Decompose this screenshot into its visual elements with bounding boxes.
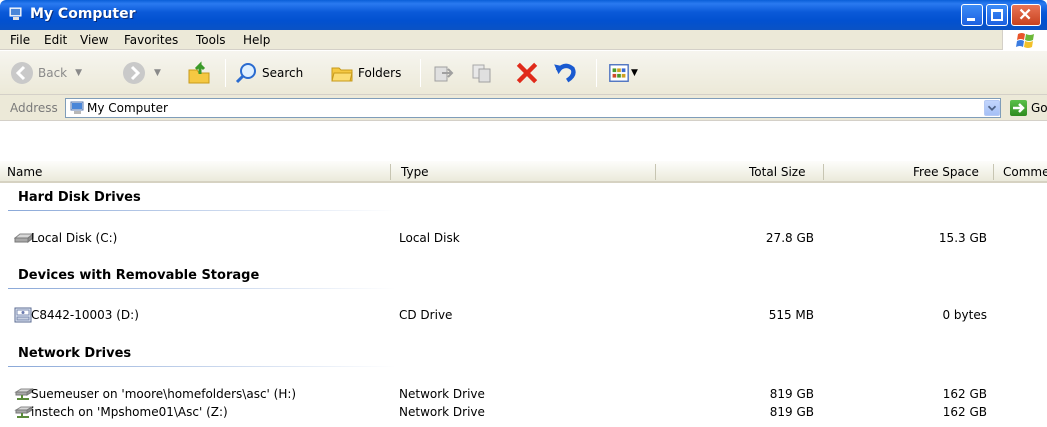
copy-to-icon — [472, 64, 491, 83]
standard-toolbar: Back ▼ ▼ Search Folders ▼ — [0, 51, 1047, 95]
move-to-button[interactable] — [432, 59, 456, 87]
group-header-network-drives: Network Drives — [18, 346, 132, 361]
address-value: My Computer — [87, 101, 168, 115]
close-button[interactable] — [1011, 4, 1041, 26]
drive-name: C8442-10003 (D:) — [31, 308, 139, 322]
address-input[interactable]: My Computer — [65, 98, 1001, 118]
drive-free-space: 15.3 GB — [938, 231, 987, 245]
drive-name: instech on 'Mpshome01\Asc' (Z:) — [31, 405, 228, 419]
up-folder-icon — [188, 61, 210, 84]
minimize-button[interactable] — [961, 4, 983, 26]
drive-row-local-disk-c[interactable]: Local Disk (C:) Local Disk 27.8 GB 15.3 … — [0, 229, 1047, 247]
menu-help[interactable]: Help — [243, 33, 270, 47]
title-bar[interactable]: My Computer — [0, 0, 1047, 30]
drive-row-cd-drive-d[interactable]: C8442-10003 (D:) CD Drive 515 MB 0 bytes — [0, 306, 1047, 324]
column-total-size[interactable]: Total Size — [749, 165, 805, 179]
folders-button[interactable]: Folders — [330, 59, 401, 87]
maximize-button[interactable] — [986, 4, 1008, 26]
search-icon — [235, 63, 256, 84]
group-divider — [8, 288, 396, 289]
drive-row-network-z[interactable]: instech on 'Mpshome01\Asc' (Z:) Network … — [0, 403, 1047, 421]
drive-total-size: 27.8 GB — [765, 231, 814, 245]
group-divider — [8, 210, 396, 211]
drive-free-space: 0 bytes — [942, 308, 987, 322]
drive-row-network-h[interactable]: Suemeuser on 'moore\homefolders\asc' (H:… — [0, 385, 1047, 403]
my-computer-icon — [9, 7, 22, 20]
undo-button[interactable] — [552, 59, 578, 87]
my-computer-icon — [70, 101, 84, 114]
address-bar: Address My Computer Go — [0, 95, 1047, 121]
back-button[interactable]: Back ▼ — [10, 59, 82, 87]
views-icon — [609, 64, 629, 82]
group-header-removable-storage: Devices with Removable Storage — [18, 268, 260, 283]
drive-name: Local Disk (C:) — [31, 231, 118, 245]
menu-tools[interactable]: Tools — [196, 33, 226, 47]
menu-bar: File Edit View Favorites Tools Help — [0, 30, 1047, 50]
forward-dropdown-icon[interactable]: ▼ — [154, 68, 161, 78]
drive-free-space: 162 GB — [942, 405, 987, 419]
search-label: Search — [262, 66, 304, 80]
group-divider — [8, 366, 396, 367]
folders-label: Folders — [358, 66, 402, 80]
views-dropdown-icon[interactable]: ▼ — [631, 68, 638, 78]
views-button[interactable]: ▼ — [608, 59, 638, 87]
back-label: Back — [38, 66, 68, 80]
back-arrow-icon — [11, 62, 33, 84]
drive-total-size: 515 MB — [768, 308, 814, 322]
copy-to-button[interactable] — [470, 59, 494, 87]
go-arrow-icon[interactable] — [1010, 100, 1027, 116]
back-dropdown-icon[interactable]: ▼ — [75, 68, 82, 78]
address-label: Address — [10, 101, 58, 115]
close-icon — [1019, 8, 1031, 20]
column-free-space[interactable]: Free Space — [913, 165, 979, 179]
delete-icon — [516, 62, 538, 84]
window-title: My Computer — [30, 6, 136, 22]
chevron-down-icon — [987, 105, 997, 111]
drive-total-size: 819 GB — [769, 387, 814, 401]
drive-type: Network Drive — [399, 405, 485, 419]
column-name[interactable]: Name — [7, 165, 42, 179]
menu-file[interactable]: File — [10, 33, 30, 47]
forward-arrow-icon — [123, 62, 145, 84]
drive-type: Local Disk — [399, 231, 460, 245]
group-header-hard-disk-drives: Hard Disk Drives — [18, 190, 141, 205]
windows-flag-logo — [1002, 30, 1047, 50]
column-header: Name Type Total Size Free Space Comme — [0, 161, 1047, 183]
up-folder-button[interactable] — [186, 59, 212, 87]
drive-name: Suemeuser on 'moore\homefolders\asc' (H:… — [31, 387, 297, 401]
column-comments[interactable]: Comme — [1003, 165, 1047, 179]
undo-icon — [554, 63, 576, 83]
menu-view[interactable]: View — [80, 33, 108, 47]
drive-free-space: 162 GB — [942, 387, 987, 401]
menu-favorites[interactable]: Favorites — [124, 33, 178, 47]
column-type[interactable]: Type — [401, 165, 429, 179]
forward-button[interactable]: ▼ — [122, 59, 161, 87]
move-to-icon — [434, 66, 454, 82]
drive-type: Network Drive — [399, 387, 485, 401]
delete-button[interactable] — [514, 59, 540, 87]
menu-edit[interactable]: Edit — [44, 33, 67, 47]
go-button-label[interactable]: Go — [1031, 101, 1047, 115]
search-button[interactable]: Search — [234, 59, 303, 87]
folders-icon — [331, 67, 353, 82]
drive-type: CD Drive — [399, 308, 453, 322]
drive-total-size: 819 GB — [769, 405, 814, 419]
address-dropdown-button[interactable] — [984, 100, 1000, 116]
